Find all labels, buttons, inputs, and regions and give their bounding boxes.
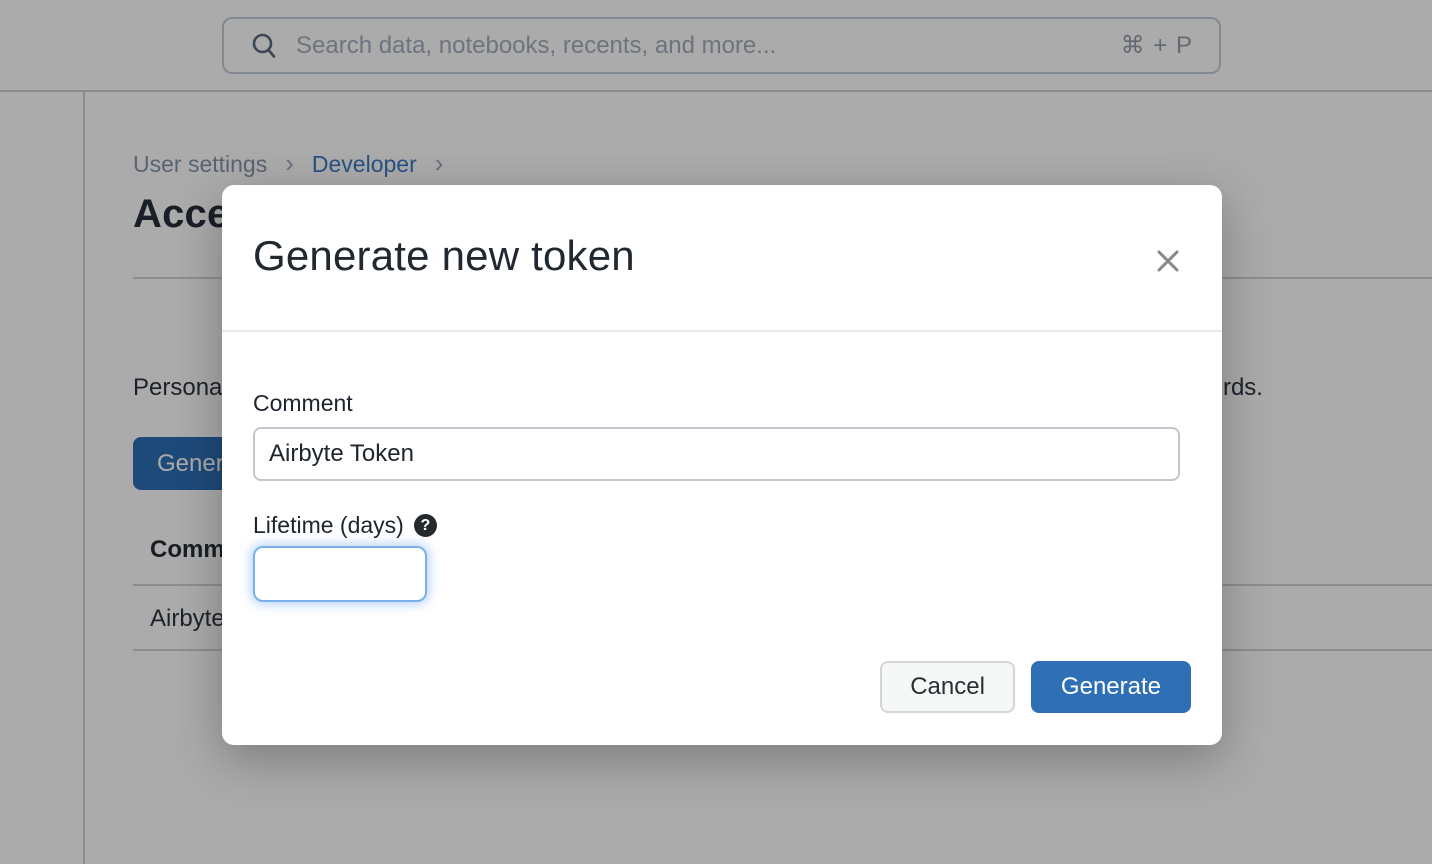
dialog-footer: Cancel Generate [880,661,1191,713]
comment-label-text: Comment [253,390,353,417]
comment-input[interactable] [253,427,1180,481]
dialog-title: Generate new token [253,232,635,280]
dialog-header-divider [222,330,1222,332]
comment-label: Comment [253,390,353,417]
lifetime-label: Lifetime (days) ? [253,512,437,539]
close-button[interactable] [1148,241,1188,281]
generate-button[interactable]: Generate [1031,661,1191,713]
help-icon[interactable]: ? [414,514,437,537]
cancel-button[interactable]: Cancel [880,661,1015,713]
generate-token-dialog: Generate new token Comment Lifetime (day… [222,185,1222,745]
screen: ⌘ + P User settings › Developer › Access… [0,0,1432,864]
lifetime-input[interactable] [253,546,427,602]
close-icon [1153,246,1183,276]
lifetime-label-text: Lifetime (days) [253,512,404,539]
